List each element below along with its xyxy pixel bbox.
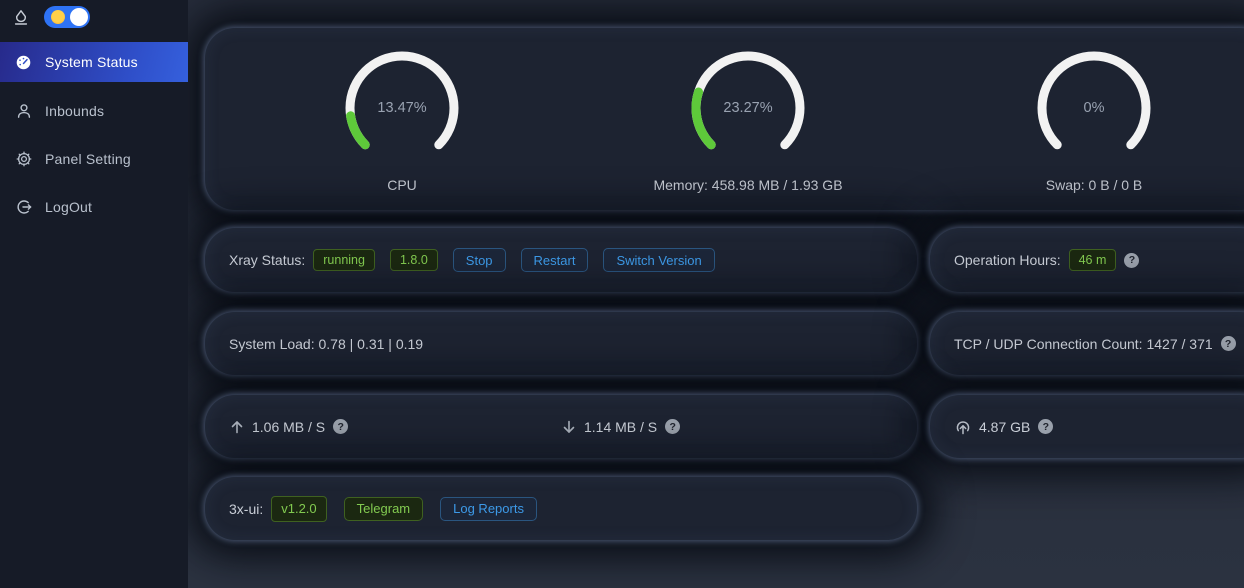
connections-help-icon[interactable]: ?	[1221, 336, 1236, 351]
upload-arrow-icon	[229, 419, 245, 435]
cloud-upload-icon	[954, 418, 972, 436]
operation-hours-label: Operation Hours:	[954, 252, 1061, 268]
system-load-text: System Load: 0.78 | 0.31 | 0.19	[229, 336, 423, 352]
sidebar-item-panel-setting[interactable]: Panel Setting	[0, 139, 188, 179]
theme-color-icon[interactable]	[13, 9, 29, 25]
download-arrow-icon	[561, 419, 577, 435]
cpu-label: CPU	[387, 177, 417, 193]
total-traffic-card: 4.87 GB ?	[930, 395, 1244, 458]
sidebar-item-label: Panel Setting	[45, 151, 131, 167]
app-version-tag: v1.2.0	[271, 496, 326, 522]
sidebar-item-label: System Status	[45, 54, 138, 70]
sidebar-item-label: Inbounds	[45, 103, 104, 119]
toggle-knob	[70, 8, 88, 26]
cpu-percent: 13.47%	[377, 100, 426, 116]
connections-text: TCP / UDP Connection Count: 1427 / 371	[954, 336, 1213, 352]
xray-running-tag: running	[313, 249, 375, 271]
cpu-gauge: 13.47% CPU	[229, 48, 575, 210]
memory-label: Memory: 458.98 MB / 1.93 GB	[653, 177, 842, 193]
traffic-help-icon[interactable]: ?	[1038, 419, 1053, 434]
operation-hours-card: Operation Hours: 46 m ?	[930, 228, 1244, 292]
memory-percent: 23.27%	[723, 100, 772, 116]
telegram-button[interactable]: Telegram	[344, 497, 423, 521]
xray-version-tag: 1.8.0	[390, 249, 438, 271]
switch-version-button[interactable]: Switch Version	[603, 248, 714, 272]
gear-icon	[15, 151, 32, 167]
system-gauges-card: 13.47% CPU 23.27% Memory: 458.98 MB / 1.…	[205, 28, 1244, 210]
download-help-icon[interactable]: ?	[665, 419, 680, 434]
connections-card: TCP / UDP Connection Count: 1427 / 371 ?	[930, 312, 1244, 375]
upload-speed: 1.06 MB / S ?	[229, 419, 561, 435]
sun-icon	[51, 10, 65, 24]
swap-percent: 0%	[1084, 100, 1105, 116]
logout-icon	[15, 199, 32, 215]
upload-help-icon[interactable]: ?	[333, 419, 348, 434]
sidebar-item-label: LogOut	[45, 199, 92, 215]
upload-speed-text: 1.06 MB / S	[252, 419, 325, 435]
xray-status-label: Xray Status:	[229, 252, 305, 268]
sidebar-item-system-status[interactable]: System Status	[0, 42, 188, 82]
download-speed: 1.14 MB / S ?	[561, 419, 893, 435]
restart-button[interactable]: Restart	[521, 248, 589, 272]
main-content: 13.47% CPU 23.27% Memory: 458.98 MB / 1.…	[188, 0, 1244, 588]
sidebar: System Status Inbounds Panel Setting	[0, 0, 188, 588]
app-info-card: 3x-ui: v1.2.0 Telegram Log Reports	[205, 477, 917, 540]
swap-gauge: 0% Swap: 0 B / 0 B	[921, 48, 1244, 210]
operation-hours-tag: 46 m	[1069, 249, 1117, 271]
dashboard-icon	[15, 54, 32, 71]
operation-hours-help-icon[interactable]: ?	[1124, 253, 1139, 268]
download-speed-text: 1.14 MB / S	[584, 419, 657, 435]
system-load-card: System Load: 0.78 | 0.31 | 0.19	[205, 312, 917, 375]
sidebar-header	[0, 0, 188, 34]
memory-gauge: 23.27% Memory: 458.98 MB / 1.93 GB	[575, 48, 921, 210]
user-icon	[15, 103, 32, 119]
app-label: 3x-ui:	[229, 501, 263, 517]
network-speed-card: 1.06 MB / S ? 1.14 MB / S ?	[205, 395, 917, 458]
stop-button[interactable]: Stop	[453, 248, 506, 272]
dark-mode-toggle[interactable]	[44, 6, 90, 28]
sidebar-item-inbounds[interactable]: Inbounds	[0, 91, 188, 131]
sidebar-item-logout[interactable]: LogOut	[0, 187, 188, 227]
swap-label: Swap: 0 B / 0 B	[1046, 177, 1143, 193]
log-reports-button[interactable]: Log Reports	[440, 497, 537, 521]
xray-status-card: Xray Status: running 1.8.0 Stop Restart …	[205, 228, 917, 292]
total-traffic-text: 4.87 GB	[979, 419, 1030, 435]
